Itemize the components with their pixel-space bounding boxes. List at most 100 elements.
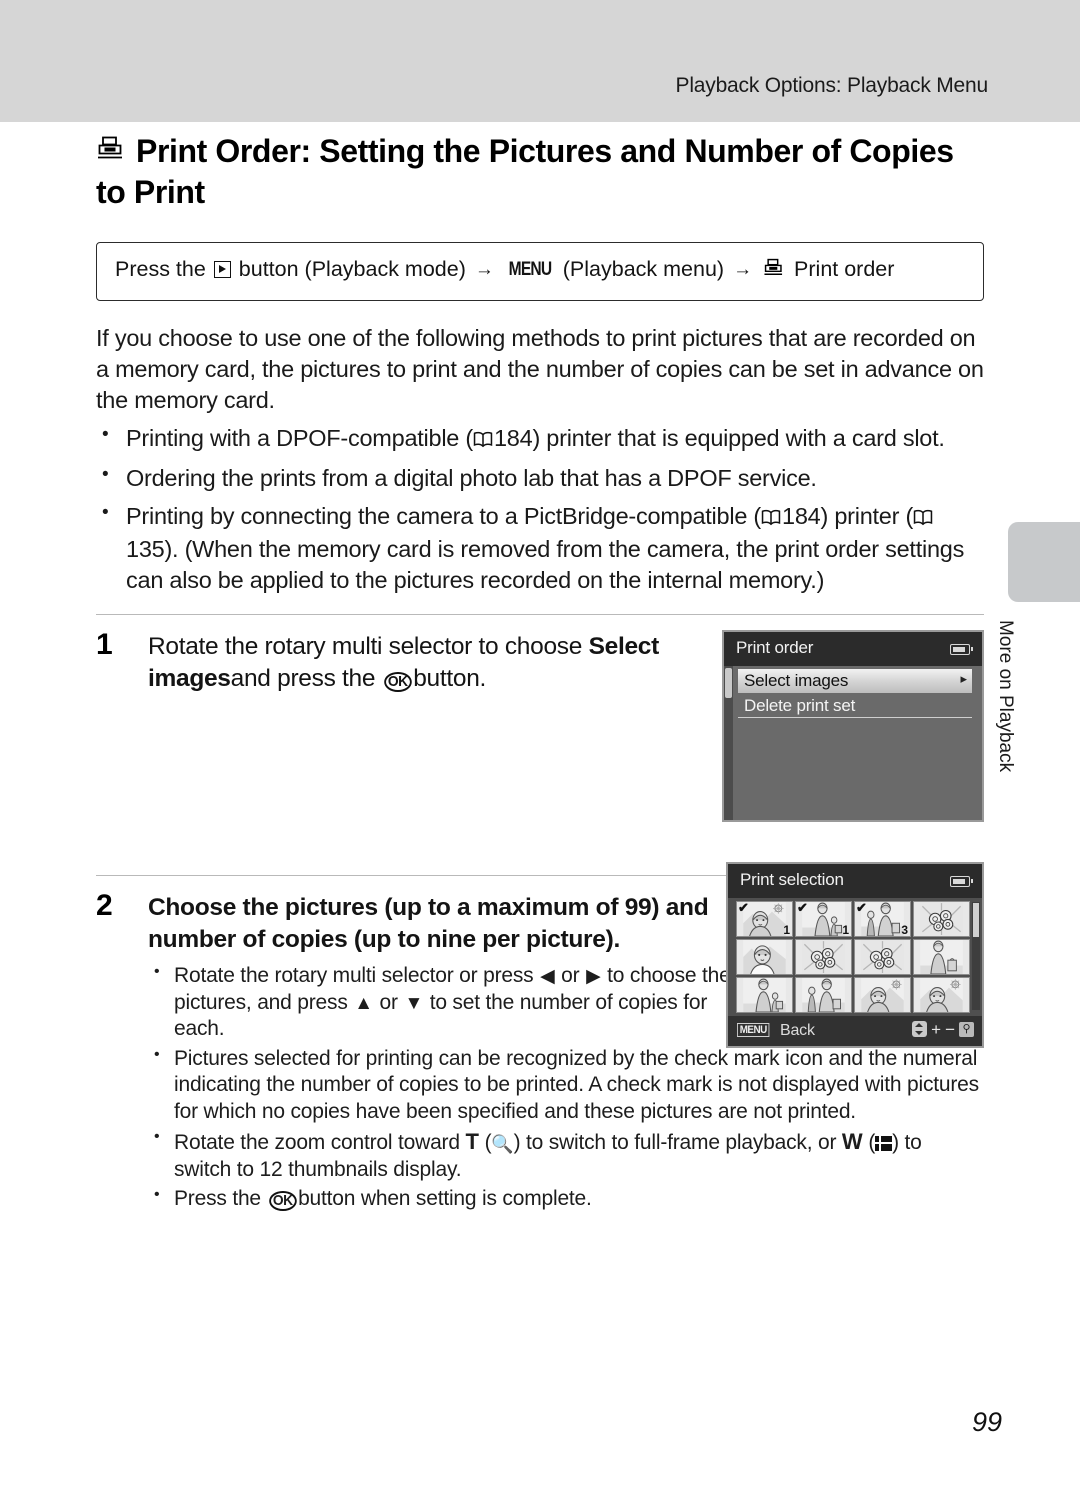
methods-list: Printing with a DPOF-compatible (184) pr… <box>96 422 984 596</box>
print-order-icon-inline <box>763 257 785 286</box>
magnifier-icon: 🔍 <box>491 1134 514 1155</box>
thumbnail-cell[interactable] <box>913 939 970 975</box>
menu-item-label: Select images <box>744 671 849 690</box>
substep-4-text-a: Press the <box>174 1187 261 1211</box>
print-order-icon <box>96 134 126 173</box>
menu-button-chip[interactable]: MENU <box>737 1023 770 1037</box>
substep-3-text-a: Rotate the zoom control toward <box>174 1131 460 1155</box>
thumbnail-cell[interactable] <box>854 977 911 1013</box>
arrow-right-icon: ▶ <box>586 966 601 988</box>
grid-scrollbar-thumb[interactable] <box>973 903 979 937</box>
magnifier-icon: ⚲ <box>959 1021 974 1037</box>
page-title-text: Print Order: Setting the Pictures and Nu… <box>96 133 954 211</box>
thumbnail-cell[interactable] <box>736 939 793 975</box>
divider-above-step-1 <box>96 614 984 616</box>
page-title: Print Order: Setting the Pictures and Nu… <box>96 132 984 212</box>
thumbnail-cell[interactable] <box>913 977 970 1013</box>
thumbnail-cell[interactable]: ✔ 1 <box>795 901 852 937</box>
thumbnail-cell[interactable] <box>854 939 911 975</box>
list-item: Rotate the zoom control toward T ( 🔍) to … <box>148 1127 984 1183</box>
arrow-right-icon-1: → <box>474 259 494 281</box>
battery-icon <box>950 644 973 655</box>
arrow-right-icon-2: → <box>733 259 753 281</box>
menu-scrollbar[interactable] <box>724 666 733 820</box>
ok-button-icon: OK <box>383 671 412 692</box>
thumbnail-cell[interactable] <box>913 901 970 937</box>
bullet-1-text-a: Printing with a DPOF-compatible ( <box>126 424 473 451</box>
bullet-3-text-c: ). (When the memory card is removed from… <box>126 536 965 594</box>
menu-item-select-images[interactable]: Select images ▸ <box>738 669 972 693</box>
copies-count: 1 <box>783 923 790 937</box>
bullet-1-ref: 184 <box>493 424 533 451</box>
battery-icon <box>950 876 973 887</box>
thumbnail-cell[interactable]: ✔ 3 <box>854 901 911 937</box>
list-item: Press the OKbutton when setting is compl… <box>148 1185 984 1212</box>
step-1-text-b: and press the <box>230 664 376 692</box>
running-head-band <box>0 0 1080 122</box>
screen-title: Print selection <box>740 870 844 889</box>
screen-bottom-bar: MENU Back + − ⚲ <box>728 1016 982 1046</box>
substep-3-paren-open-2: ( <box>868 1131 876 1155</box>
menu-path-after-play: button (Playback mode) <box>238 257 466 282</box>
arrow-left-icon: ◀ <box>540 966 555 988</box>
thumbnail-grid[interactable]: ✔ 1 ✔ 1 ✔ 3 <box>736 901 970 1013</box>
menu-path-destination: Print order <box>794 257 895 282</box>
chevron-right-icon: ▸ <box>960 671 967 686</box>
check-mark-icon: ✔ <box>856 901 867 915</box>
step-2-number: 2 <box>96 888 113 922</box>
substep-1-or-2: or <box>379 990 398 1014</box>
bullet-1-text-b: ) printer that is equipped with a card s… <box>532 424 945 451</box>
substep-4-text-b: button when setting is complete. <box>298 1187 592 1211</box>
menu-item-delete-print-set[interactable]: Delete print set <box>738 694 972 718</box>
side-thumb-tab <box>1008 522 1080 602</box>
screen-title-bar: Print order <box>724 632 982 666</box>
thumbnail-cell[interactable] <box>736 977 793 1013</box>
substep-3-text-b: ) to switch to full-frame playback, or <box>513 1131 837 1155</box>
tele-zoom-label: T <box>465 1129 479 1155</box>
bullet-3-text-a: Printing by connecting the camera to a P… <box>126 503 761 530</box>
menu-path-note: (Playback menu) <box>562 257 725 282</box>
bullet-3-text-b: ) printer ( <box>820 503 914 530</box>
step-1-text-c: button. <box>413 664 487 692</box>
step-1-number: 1 <box>96 628 113 662</box>
ok-button-icon: OK <box>268 1191 296 1212</box>
book-reference-icon <box>761 503 781 534</box>
substep-2-text: Pictures selected for printing can be re… <box>174 1046 979 1123</box>
copies-count: 3 <box>901 923 908 937</box>
thumbnails-icon <box>875 1136 893 1152</box>
minus-icon: − <box>945 1019 955 1039</box>
screen-menu-area: Select images ▸ Delete print set <box>724 666 982 820</box>
thumbnail-cell[interactable] <box>795 939 852 975</box>
menu-button-chip: MENU <box>508 259 552 281</box>
arrow-down-icon: ▼ <box>404 992 424 1014</box>
list-item: Pictures selected for printing can be re… <box>148 1045 984 1125</box>
bullet-3-ref-b: 135 <box>126 536 165 563</box>
book-reference-icon <box>913 503 933 534</box>
plus-icon: + <box>931 1019 942 1039</box>
camera-screen-print-order: Print order Select images ▸ Delete print… <box>722 630 984 822</box>
menu-scrollbar-thumb[interactable] <box>725 668 732 698</box>
thumbnail-cell[interactable] <box>795 977 852 1013</box>
step-1-text-a: Rotate the rotary multi selector to choo… <box>148 633 583 661</box>
page-number: 99 <box>971 1407 1002 1437</box>
check-mark-icon: ✔ <box>797 901 808 915</box>
copies-count: 1 <box>842 923 849 937</box>
substep-1-or-1: or <box>561 964 580 988</box>
list-item: Rotate the rotary multi selector or pres… <box>148 962 740 1042</box>
book-reference-icon <box>473 425 493 456</box>
menu-item-label: Delete print set <box>744 696 856 715</box>
screen-title-bar: Print selection <box>728 864 982 898</box>
step-1-heading: Rotate the rotary multi selector to choo… <box>148 631 728 695</box>
intro-paragraph: If you choose to use one of the followin… <box>96 324 984 413</box>
substep-1-text-a: Rotate the rotary multi selector or pres… <box>174 964 534 988</box>
wide-zoom-label: W <box>841 1129 863 1155</box>
grid-scrollbar[interactable] <box>972 902 980 1010</box>
thumbnail-cell[interactable]: ✔ 1 <box>736 901 793 937</box>
arrow-up-icon: ▲ <box>354 992 373 1014</box>
bottom-bar-icons: + − ⚲ <box>912 1019 974 1039</box>
list-item: Printing by connecting the camera to a P… <box>96 500 984 596</box>
menu-path-box: Press the button (Playback mode) → MENU … <box>96 242 984 301</box>
back-label[interactable]: Back <box>780 1022 815 1040</box>
menu-path-prefix: Press the <box>115 257 206 282</box>
bullet-3-ref-a: 184 <box>782 503 821 530</box>
